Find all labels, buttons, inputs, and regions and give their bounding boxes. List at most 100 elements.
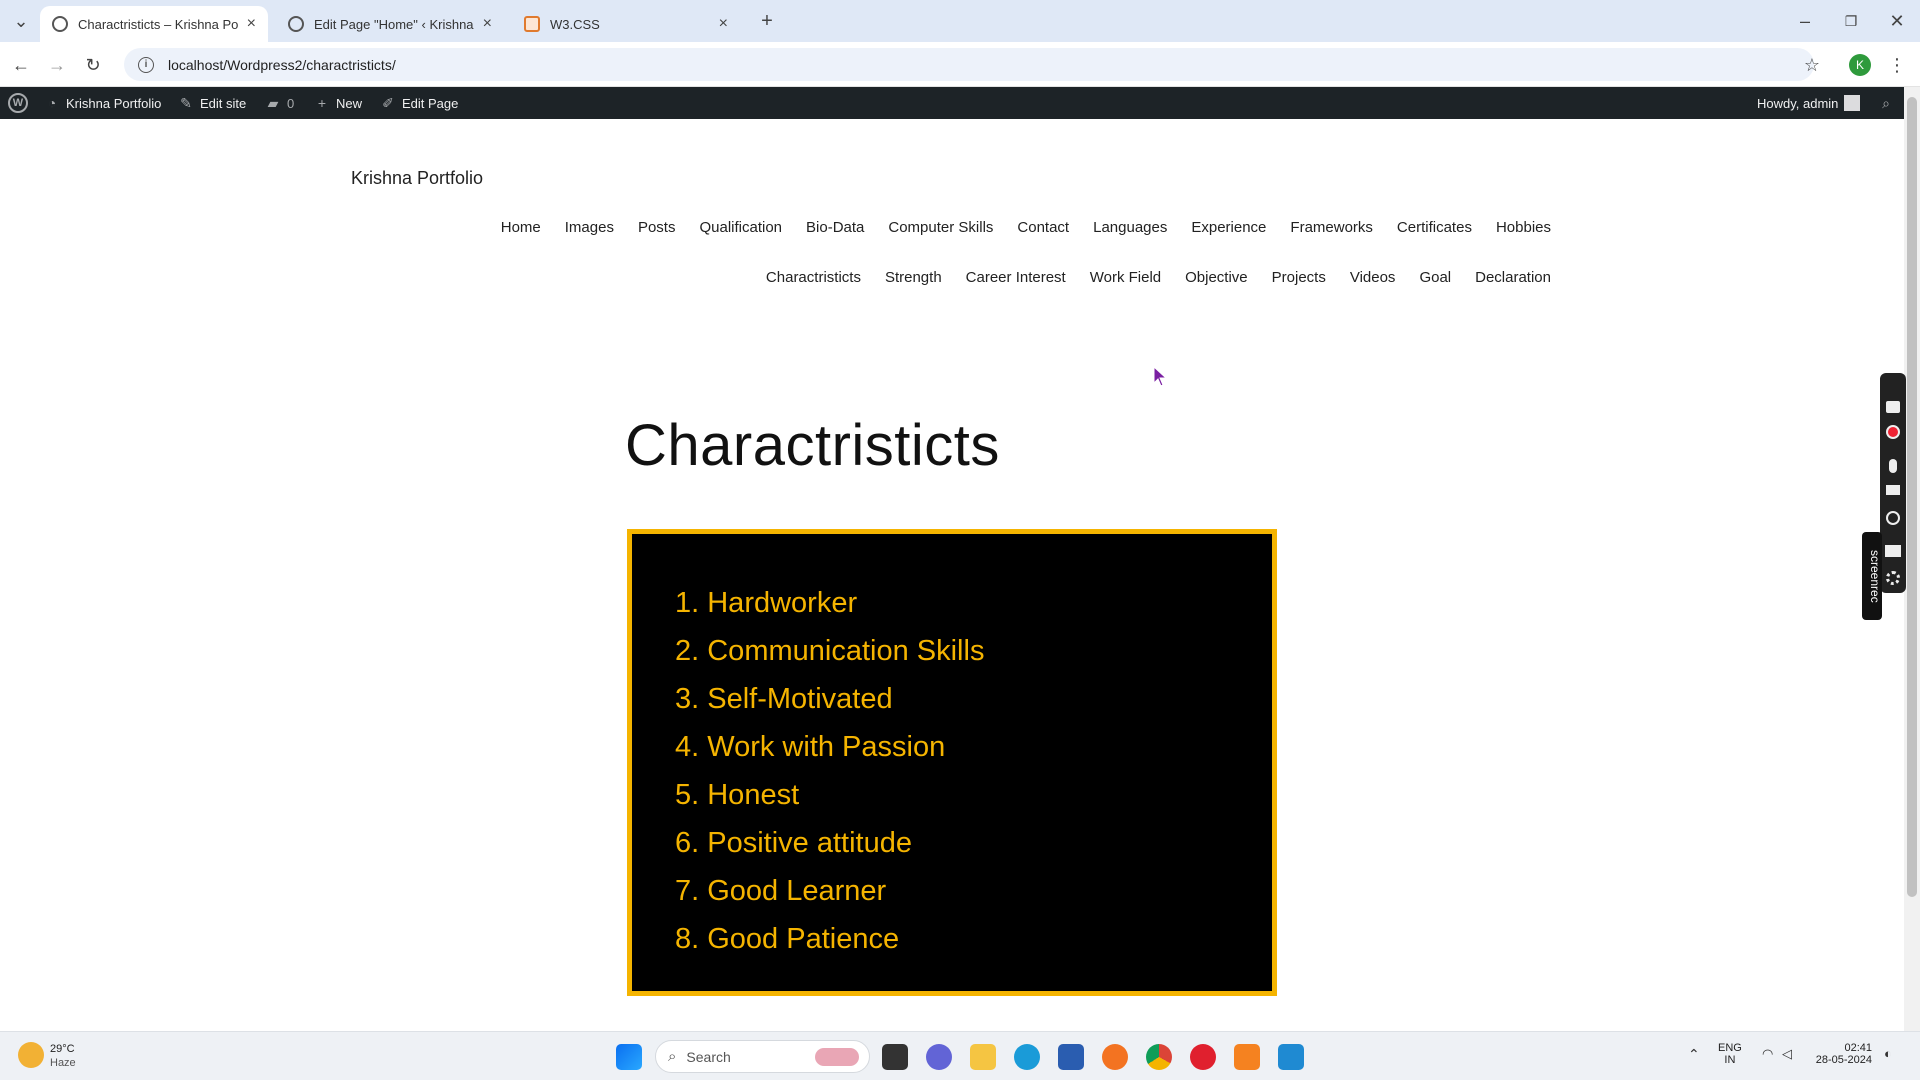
primary-nav-row-2: Charactristicts Strength Career Interest Wo…: [766, 269, 1551, 286]
clock[interactable]: 02:41 28-05-2024: [1812, 1042, 1872, 1066]
nav-item-2-3[interactable]: Work Field: [1090, 269, 1161, 286]
nav-item-2-4[interactable]: Objective: [1185, 269, 1248, 286]
windows-start-icon[interactable]: [616, 1044, 642, 1070]
tab-search-chevron-icon[interactable]: ⌄: [8, 8, 34, 34]
taskbar-search[interactable]: ⌕ Search: [655, 1040, 870, 1073]
adminbar-edit-page[interactable]: ✐ Edit Page: [380, 87, 458, 119]
list-item: 5. Honest: [675, 779, 800, 811]
tab-charactristicts[interactable]: Charactristicts – Krishna Portfol ×: [40, 6, 268, 42]
nav-item-1-1[interactable]: Images: [565, 219, 614, 236]
nav-item-1-0[interactable]: Home: [501, 219, 541, 236]
forward-icon[interactable]: →: [44, 52, 70, 78]
lang-top: ENG: [1718, 1042, 1742, 1054]
weather-desc[interactable]: Haze: [50, 1057, 76, 1069]
wp-admin-bar: W ◔ Krishna Portfolio ✎ Edit site ▰ 0 + …: [0, 87, 1904, 119]
nav-item-2-0[interactable]: Charactristicts: [766, 269, 861, 286]
tab-close-icon[interactable]: ×: [719, 15, 728, 33]
nav-item-1-5[interactable]: Computer Skills: [888, 219, 993, 236]
adminbar-search-icon[interactable]: ⌕: [1878, 87, 1894, 119]
firefox-icon[interactable]: [1102, 1044, 1128, 1070]
weather-temp[interactable]: 29°C: [50, 1043, 75, 1055]
vscode-icon[interactable]: [1278, 1044, 1304, 1070]
microphone-icon[interactable]: [1889, 459, 1897, 473]
adminbar-site-name[interactable]: ◔ Krishna Portfolio: [44, 87, 162, 119]
nav-item-1-8[interactable]: Experience: [1191, 219, 1266, 236]
opera-icon[interactable]: [1190, 1044, 1216, 1070]
pencil-icon: ✐: [382, 95, 394, 111]
adminbar-edit-site[interactable]: ✎ Edit site: [178, 87, 246, 119]
brush-icon: ✎: [180, 95, 192, 111]
volume-icon[interactable]: ◁: [1782, 1046, 1792, 1062]
mouse-cursor-icon: [1153, 366, 1168, 387]
chat-icon[interactable]: [926, 1044, 952, 1070]
tray-chevron-icon[interactable]: ⌃: [1688, 1046, 1700, 1063]
minimize-icon[interactable]: –: [1792, 8, 1818, 34]
new-tab-icon[interactable]: +: [754, 8, 780, 34]
nav-item-2-1[interactable]: Strength: [885, 269, 942, 286]
nav-item-2-7[interactable]: Goal: [1419, 269, 1451, 286]
chrome-icon[interactable]: [1146, 1044, 1172, 1070]
nav-item-1-7[interactable]: Languages: [1093, 219, 1167, 236]
nav-item-2-6[interactable]: Videos: [1350, 269, 1396, 286]
back-icon[interactable]: ←: [8, 52, 34, 78]
tab-title: W3.CSS: [550, 16, 600, 32]
plus-icon: +: [317, 95, 327, 111]
page-scrollbar[interactable]: [1904, 87, 1920, 1031]
nav-item-1-2[interactable]: Posts: [638, 219, 676, 236]
globe-icon: [52, 16, 68, 32]
page-title: Charactristicts: [625, 413, 1000, 478]
tab-w3css[interactable]: W3.CSS ×: [512, 6, 740, 42]
lang-bottom: IN: [1724, 1054, 1736, 1066]
adminbar-new[interactable]: + New: [314, 87, 362, 119]
tab-edit-page-home[interactable]: Edit Page "Home" ‹ Krishna Por ×: [276, 6, 504, 42]
tab-close-icon[interactable]: ×: [483, 15, 492, 33]
webcam-icon[interactable]: [1886, 511, 1900, 525]
nav-item-2-5[interactable]: Projects: [1272, 269, 1326, 286]
clock-date: 28-05-2024: [1815, 1054, 1872, 1066]
nav-item-1-10[interactable]: Certificates: [1397, 219, 1472, 236]
screenrec-label[interactable]: screenrec: [1862, 532, 1882, 620]
tab-close-icon[interactable]: ×: [247, 15, 256, 33]
record-icon[interactable]: [1886, 425, 1900, 439]
nav-item-1-6[interactable]: Contact: [1017, 219, 1069, 236]
scrollbar-thumb[interactable]: [1907, 97, 1917, 897]
notification-icon[interactable]: ◐: [1884, 1046, 1892, 1061]
edge-icon[interactable]: [1014, 1044, 1040, 1070]
characteristics-box: 1. Hardworker 2. Communication Skills 3. S…: [627, 529, 1277, 996]
site-title[interactable]: Krishna Portfolio: [351, 168, 483, 189]
nav-item-1-9[interactable]: Frameworks: [1290, 219, 1373, 236]
nav-item-1-11[interactable]: Hobbies: [1496, 219, 1551, 236]
weather-moon-icon[interactable]: [18, 1042, 44, 1068]
site-info-icon[interactable]: i: [138, 56, 154, 73]
window-close-icon[interactable]: ✕: [1884, 8, 1910, 34]
file-explorer-icon[interactable]: [970, 1044, 996, 1070]
list-item: 6. Positive attitude: [675, 827, 912, 859]
restore-icon[interactable]: ❐: [1838, 8, 1864, 34]
nav-item-1-3[interactable]: Qualification: [699, 219, 782, 236]
screen-icon[interactable]: [1885, 545, 1901, 557]
wordpress-logo-icon[interactable]: W: [8, 87, 28, 119]
search-icon: ⌕: [1882, 95, 1890, 111]
nav-item-2-2[interactable]: Career Interest: [966, 269, 1066, 286]
reload-icon[interactable]: ↻: [80, 52, 106, 78]
browser-menu-icon[interactable]: ⋮: [1884, 52, 1910, 78]
speaker-icon[interactable]: [1886, 485, 1900, 495]
nav-item-2-8[interactable]: Declaration: [1475, 269, 1551, 286]
bookmark-star-icon[interactable]: ☆: [1799, 52, 1825, 78]
language-indicator[interactable]: ENG IN: [1718, 1042, 1742, 1066]
wifi-icon[interactable]: ◠: [1762, 1046, 1773, 1062]
comment-icon: ▰: [267, 95, 279, 111]
tab-title: Charactristicts – Krishna Portfol: [78, 16, 239, 32]
adminbar-account[interactable]: Howdy, admin: [1757, 87, 1861, 119]
profile-avatar[interactable]: K: [1849, 54, 1871, 76]
settings-gear-icon[interactable]: [1886, 571, 1900, 585]
edit-page-label: Edit Page: [402, 95, 459, 111]
camera-icon[interactable]: [1886, 401, 1900, 413]
adminbar-comments[interactable]: ▰ 0: [265, 87, 295, 119]
list-item: 2. Communication Skills: [675, 635, 985, 667]
task-view-icon[interactable]: [882, 1044, 908, 1070]
nav-item-1-4[interactable]: Bio-Data: [806, 219, 864, 236]
store-icon[interactable]: [1058, 1044, 1084, 1070]
xampp-icon[interactable]: [1234, 1044, 1260, 1070]
address-bar[interactable]: i localhost/Wordpress2/charactristicts/: [124, 48, 1814, 81]
